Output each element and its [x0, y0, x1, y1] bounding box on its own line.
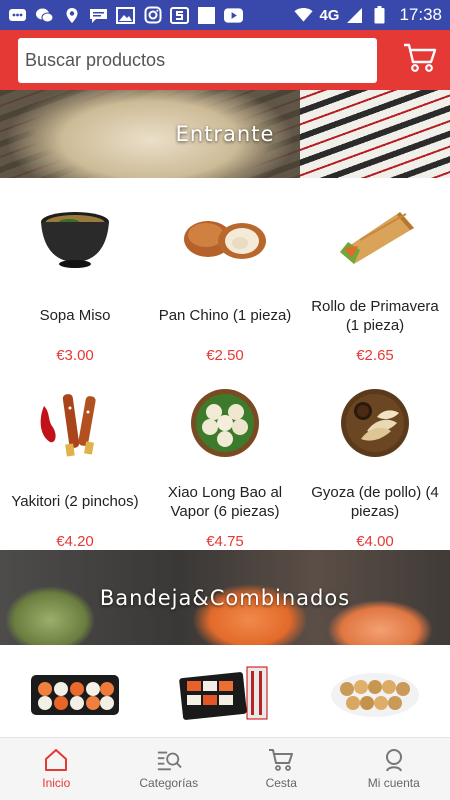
product-price: €4.75	[206, 533, 244, 550]
nav-categorias[interactable]: Categorías	[113, 738, 226, 800]
spring-roll-image	[327, 190, 423, 284]
product-name: Sopa Miso	[39, 307, 111, 325]
product-card[interactable]: Gyoza (de pollo) (4 piezas) €4.00	[300, 364, 450, 550]
nav-label: Cesta	[265, 776, 297, 790]
sushi-tray-image[interactable]	[0, 645, 150, 737]
instagram-icon	[143, 6, 162, 24]
category-title: Bandeja&Combinados	[99, 585, 351, 610]
clock: 17:38	[399, 5, 442, 24]
product-card[interactable]: Yakitori (2 pinchos) €4.20	[0, 364, 150, 550]
image-icon	[116, 6, 135, 24]
notification-icons	[8, 6, 294, 24]
user-icon	[381, 748, 407, 772]
product-name: Xiao Long Bao al Vapor (6 piezas)	[167, 483, 283, 520]
product-price: €3.00	[56, 347, 94, 364]
status-bar: 4G 17:38	[0, 0, 450, 30]
nav-label: Inicio	[42, 776, 71, 790]
search-header	[0, 30, 450, 90]
product-price: €4.20	[56, 533, 94, 550]
product-card[interactable]: Sopa Miso €3.00	[0, 178, 150, 364]
youtube-icon	[224, 7, 243, 24]
bottom-navigation: Inicio Categorías Cesta Mi cuenta	[0, 737, 450, 800]
product-price: €4.00	[356, 533, 394, 550]
blank-app-icon	[197, 6, 216, 24]
gyoza-image	[327, 376, 423, 470]
chinese-bun-image	[177, 190, 273, 284]
miso-soup-image	[27, 190, 123, 284]
product-name: Yakitori (2 pinchos)	[11, 493, 139, 511]
cart-icon	[403, 42, 437, 79]
battery-icon	[370, 6, 389, 24]
product-name: Gyoza (de pollo) (4 piezas)	[311, 483, 439, 520]
product-name: Pan Chino (1 pieza)	[158, 307, 292, 325]
cart-icon	[268, 748, 294, 772]
category-banner-bandeja-combinados[interactable]: Bandeja&Combinados	[0, 550, 450, 645]
header-cart-button[interactable]	[400, 40, 440, 80]
product-name: Rollo de Primavera (1 pieza)	[311, 297, 439, 334]
product-grid-entrante: Sopa Miso €3.00 Pan Chino (1 pieza) €2.5…	[0, 178, 450, 550]
product-grid-bandeja-combinados	[0, 645, 450, 737]
chat-icon	[8, 7, 27, 24]
network-type: 4G	[319, 6, 340, 24]
system-status: 4G 17:38	[294, 5, 442, 25]
product-card[interactable]: Xiao Long Bao al Vapor (6 piezas) €4.75	[150, 364, 300, 550]
category-banner-entrante[interactable]: Entrante	[0, 90, 450, 178]
yakitori-image	[27, 376, 123, 470]
xiao-long-bao-image	[177, 376, 273, 470]
product-list[interactable]: Entrante Sopa Miso €3.00 Pan Chino (1 pi…	[0, 90, 450, 737]
category-title: Entrante	[175, 122, 275, 146]
product-card[interactable]: Rollo de Primavera (1 pieza) €2.65	[300, 178, 450, 364]
home-icon	[43, 748, 69, 772]
product-price: €2.50	[206, 347, 244, 364]
location-icon	[62, 7, 81, 24]
sushi-combo-image[interactable]	[150, 645, 300, 737]
wechat-icon	[35, 7, 54, 24]
nav-mi-cuenta[interactable]: Mi cuenta	[338, 738, 450, 800]
nav-label: Categorías	[139, 776, 199, 790]
signal-icon	[345, 7, 364, 24]
product-price: €2.65	[356, 347, 394, 364]
categories-search-icon	[156, 748, 182, 772]
sushi-rolls-image[interactable]	[300, 645, 450, 737]
product-card[interactable]: Pan Chino (1 pieza) €2.50	[150, 178, 300, 364]
nav-label: Mi cuenta	[367, 776, 420, 790]
nav-inicio[interactable]: Inicio	[0, 738, 113, 800]
search-input[interactable]	[18, 37, 378, 83]
wifi-icon	[294, 7, 313, 24]
nav-cesta[interactable]: Cesta	[225, 738, 338, 800]
s-app-icon	[170, 6, 189, 24]
message-icon	[89, 7, 108, 24]
